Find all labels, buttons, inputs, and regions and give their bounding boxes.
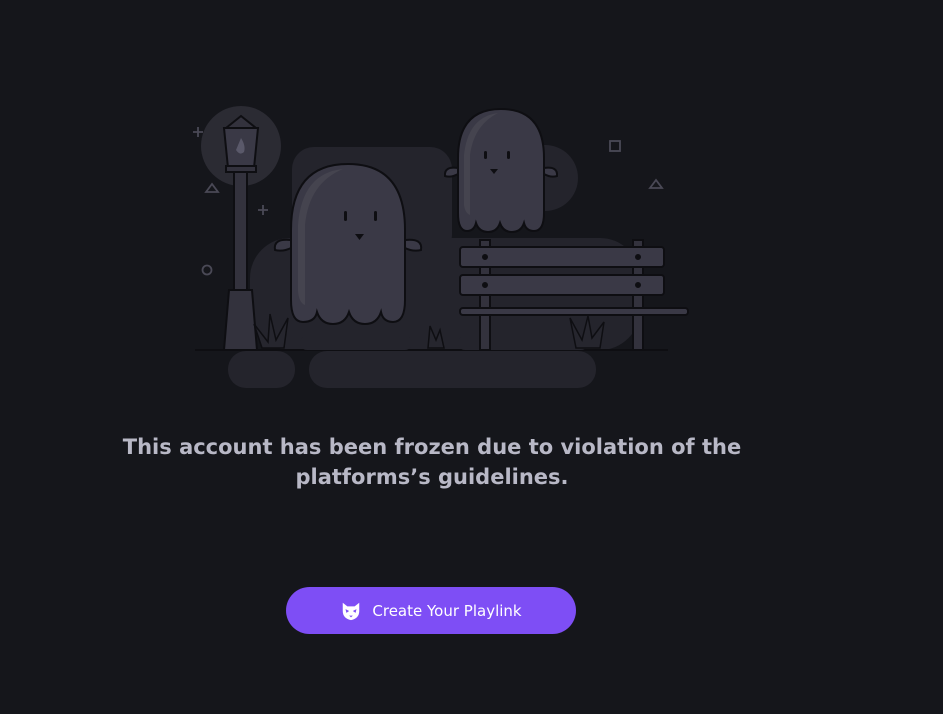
frozen-account-message: This account has been frozen due to viol…	[62, 432, 802, 492]
message-line-2: platforms’s guidelines.	[295, 465, 569, 489]
create-playlink-label: Create Your Playlink	[372, 601, 522, 620]
frozen-account-page: This account has been frozen due to viol…	[0, 0, 943, 714]
message-line-1: This account has been frozen due to viol…	[122, 435, 742, 459]
create-playlink-button[interactable]: Create Your Playlink	[286, 587, 576, 634]
cat-mask-icon	[343, 602, 360, 620]
street-lamp-icon	[222, 114, 260, 351]
ghost-park-illustration	[193, 106, 689, 388]
ghost-small	[443, 107, 559, 234]
